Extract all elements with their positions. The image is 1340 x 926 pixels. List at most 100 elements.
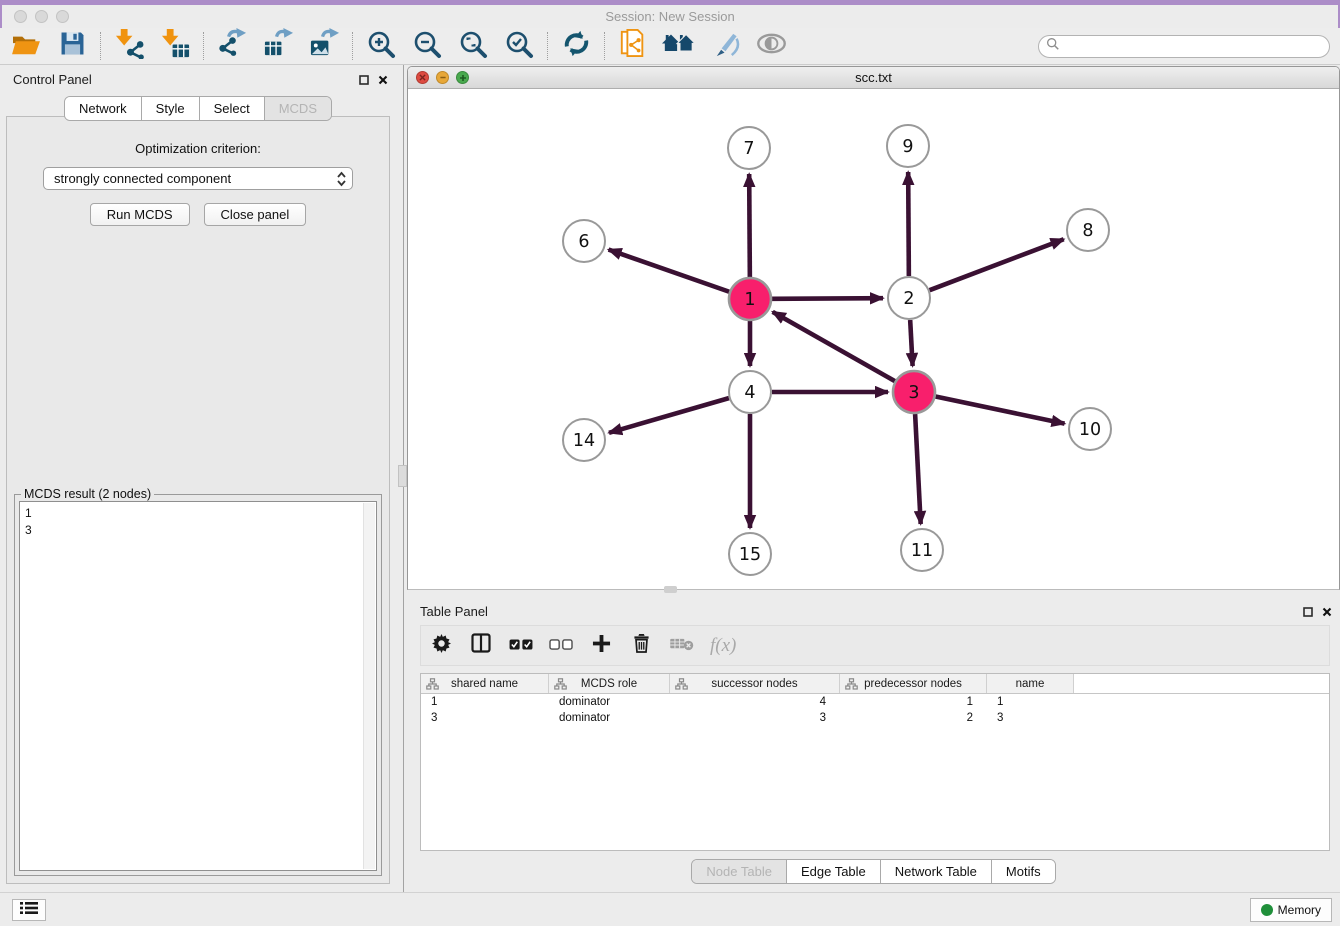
splitter-grip[interactable] (398, 465, 407, 487)
export-image-icon (309, 28, 340, 64)
home-button[interactable] (663, 30, 695, 62)
node-14[interactable]: 14 (563, 419, 605, 461)
search-input[interactable] (1060, 38, 1329, 56)
close-panel-button[interactable]: Close panel (204, 203, 307, 226)
edge-1-2[interactable] (772, 298, 883, 299)
network-graph[interactable]: 7 9 6 8 1 2 4 3 14 10 15 11 (408, 90, 1339, 590)
table-cell[interactable]: 1 (987, 694, 1074, 710)
node-8[interactable]: 8 (1067, 209, 1109, 251)
node-15[interactable]: 15 (729, 533, 771, 575)
node-1[interactable]: 1 (729, 278, 771, 320)
close-network-button[interactable] (416, 71, 429, 84)
edge-3-10[interactable] (936, 397, 1065, 424)
edge-2-9[interactable] (908, 172, 909, 276)
close-panel-icon[interactable] (378, 72, 388, 90)
hierarchy-icon (675, 678, 688, 693)
export-image-button[interactable] (308, 30, 340, 62)
network-window-titlebar[interactable]: scc.txt (408, 67, 1339, 89)
style-brush-button[interactable] (709, 30, 741, 62)
delete-column-button[interactable] (669, 633, 694, 659)
task-history-button[interactable] (12, 899, 46, 921)
zoom-in-button[interactable] (365, 30, 397, 62)
table-row[interactable]: 3dominator323 (421, 710, 1329, 726)
mcds-result-title: MCDS result (2 nodes) (21, 487, 154, 501)
export-table-button[interactable] (262, 30, 294, 62)
import-table-button[interactable] (159, 30, 191, 62)
add-column-button[interactable] (589, 633, 613, 659)
column-header-mcds-role[interactable]: MCDS role (549, 674, 670, 693)
table-cell[interactable]: 3 (670, 710, 840, 726)
edge-1-6[interactable] (609, 250, 730, 292)
edge-4-14[interactable] (609, 398, 729, 433)
node-2[interactable]: 2 (888, 277, 930, 319)
refresh-button[interactable] (560, 30, 592, 62)
tab-node-table[interactable]: Node Table (692, 860, 786, 883)
tab-select[interactable]: Select (199, 97, 264, 120)
select-all-button[interactable] (509, 633, 533, 659)
svg-text:15: 15 (739, 545, 761, 565)
table-cell[interactable]: dominator (549, 694, 670, 710)
zoom-selected-button[interactable] (503, 30, 535, 62)
node-9[interactable]: 9 (887, 125, 929, 167)
table-options-button[interactable] (429, 633, 453, 659)
maximize-network-button[interactable] (456, 71, 469, 84)
edge-3-11[interactable] (915, 414, 921, 524)
deselect-all-button[interactable] (549, 633, 573, 659)
table-cell[interactable]: 4 (670, 694, 840, 710)
table-cell[interactable]: dominator (549, 710, 670, 726)
tab-network[interactable]: Network (65, 97, 141, 120)
svg-text:14: 14 (573, 431, 595, 451)
column-header-successor-nodes[interactable]: successor nodes (670, 674, 840, 693)
export-network-button[interactable] (216, 30, 248, 62)
node-7[interactable]: 7 (728, 127, 770, 169)
close-panel-icon[interactable] (1322, 604, 1332, 622)
vertical-splitter[interactable] (396, 65, 407, 892)
node-6[interactable]: 6 (563, 220, 605, 262)
open-session-button[interactable] (10, 30, 42, 62)
table-cell[interactable]: 1 (421, 694, 549, 710)
search-field[interactable] (1038, 35, 1330, 58)
show-columns-button[interactable] (469, 633, 493, 659)
node-3[interactable]: 3 (893, 371, 935, 413)
node-10[interactable]: 10 (1069, 408, 1111, 450)
column-header-shared-name[interactable]: shared name (421, 674, 549, 693)
float-panel-icon[interactable] (359, 72, 369, 90)
node-4[interactable]: 4 (729, 371, 771, 413)
clone-network-button[interactable] (617, 30, 649, 62)
table-cell[interactable]: 3 (987, 710, 1074, 726)
tab-network-table[interactable]: Network Table (880, 860, 991, 883)
tab-edge-table[interactable]: Edge Table (786, 860, 880, 883)
tab-style[interactable]: Style (141, 97, 199, 120)
edge-1-7[interactable] (749, 174, 750, 277)
edge-2-3[interactable] (910, 320, 912, 366)
column-header-name[interactable]: name (987, 674, 1074, 693)
column-header-predecessor-nodes[interactable]: predecessor nodes (840, 674, 987, 693)
delete-rows-button[interactable] (629, 633, 653, 659)
run-mcds-button[interactable]: Run MCDS (90, 203, 190, 226)
table-cell[interactable]: 3 (421, 710, 549, 726)
table-cell[interactable]: 2 (840, 710, 987, 726)
node-11[interactable]: 11 (901, 529, 943, 571)
save-session-button[interactable] (56, 30, 88, 62)
network-canvas[interactable]: 7 9 6 8 1 2 4 3 14 10 15 11 (408, 90, 1339, 589)
zoom-out-button[interactable] (411, 30, 443, 62)
table-cell[interactable]: 1 (840, 694, 987, 710)
tab-motifs[interactable]: Motifs (991, 860, 1055, 883)
import-network-button[interactable] (113, 30, 145, 62)
memory-button[interactable]: Memory (1250, 898, 1332, 922)
mcds-result-box[interactable]: 1 3 (19, 501, 377, 871)
svg-text:4: 4 (744, 383, 755, 403)
minimize-network-button[interactable] (436, 71, 449, 84)
result-scrollbar[interactable] (363, 503, 375, 869)
zoom-fit-button[interactable] (457, 30, 489, 62)
eye-button[interactable] (755, 30, 787, 62)
float-panel-icon[interactable] (1303, 604, 1313, 622)
tab-mcds[interactable]: MCDS (264, 97, 331, 120)
node-table[interactable]: shared nameMCDS rolesuccessor nodesprede… (420, 673, 1330, 851)
horizontal-splitter-grip[interactable] (664, 586, 677, 593)
edge-2-8[interactable] (930, 239, 1064, 290)
function-builder-button[interactable]: f(x) (710, 633, 736, 659)
table-row[interactable]: 1dominator411 (421, 694, 1329, 710)
optimization-criterion-select[interactable]: strongly connected component (43, 167, 353, 190)
edge-3-1[interactable] (773, 312, 895, 381)
